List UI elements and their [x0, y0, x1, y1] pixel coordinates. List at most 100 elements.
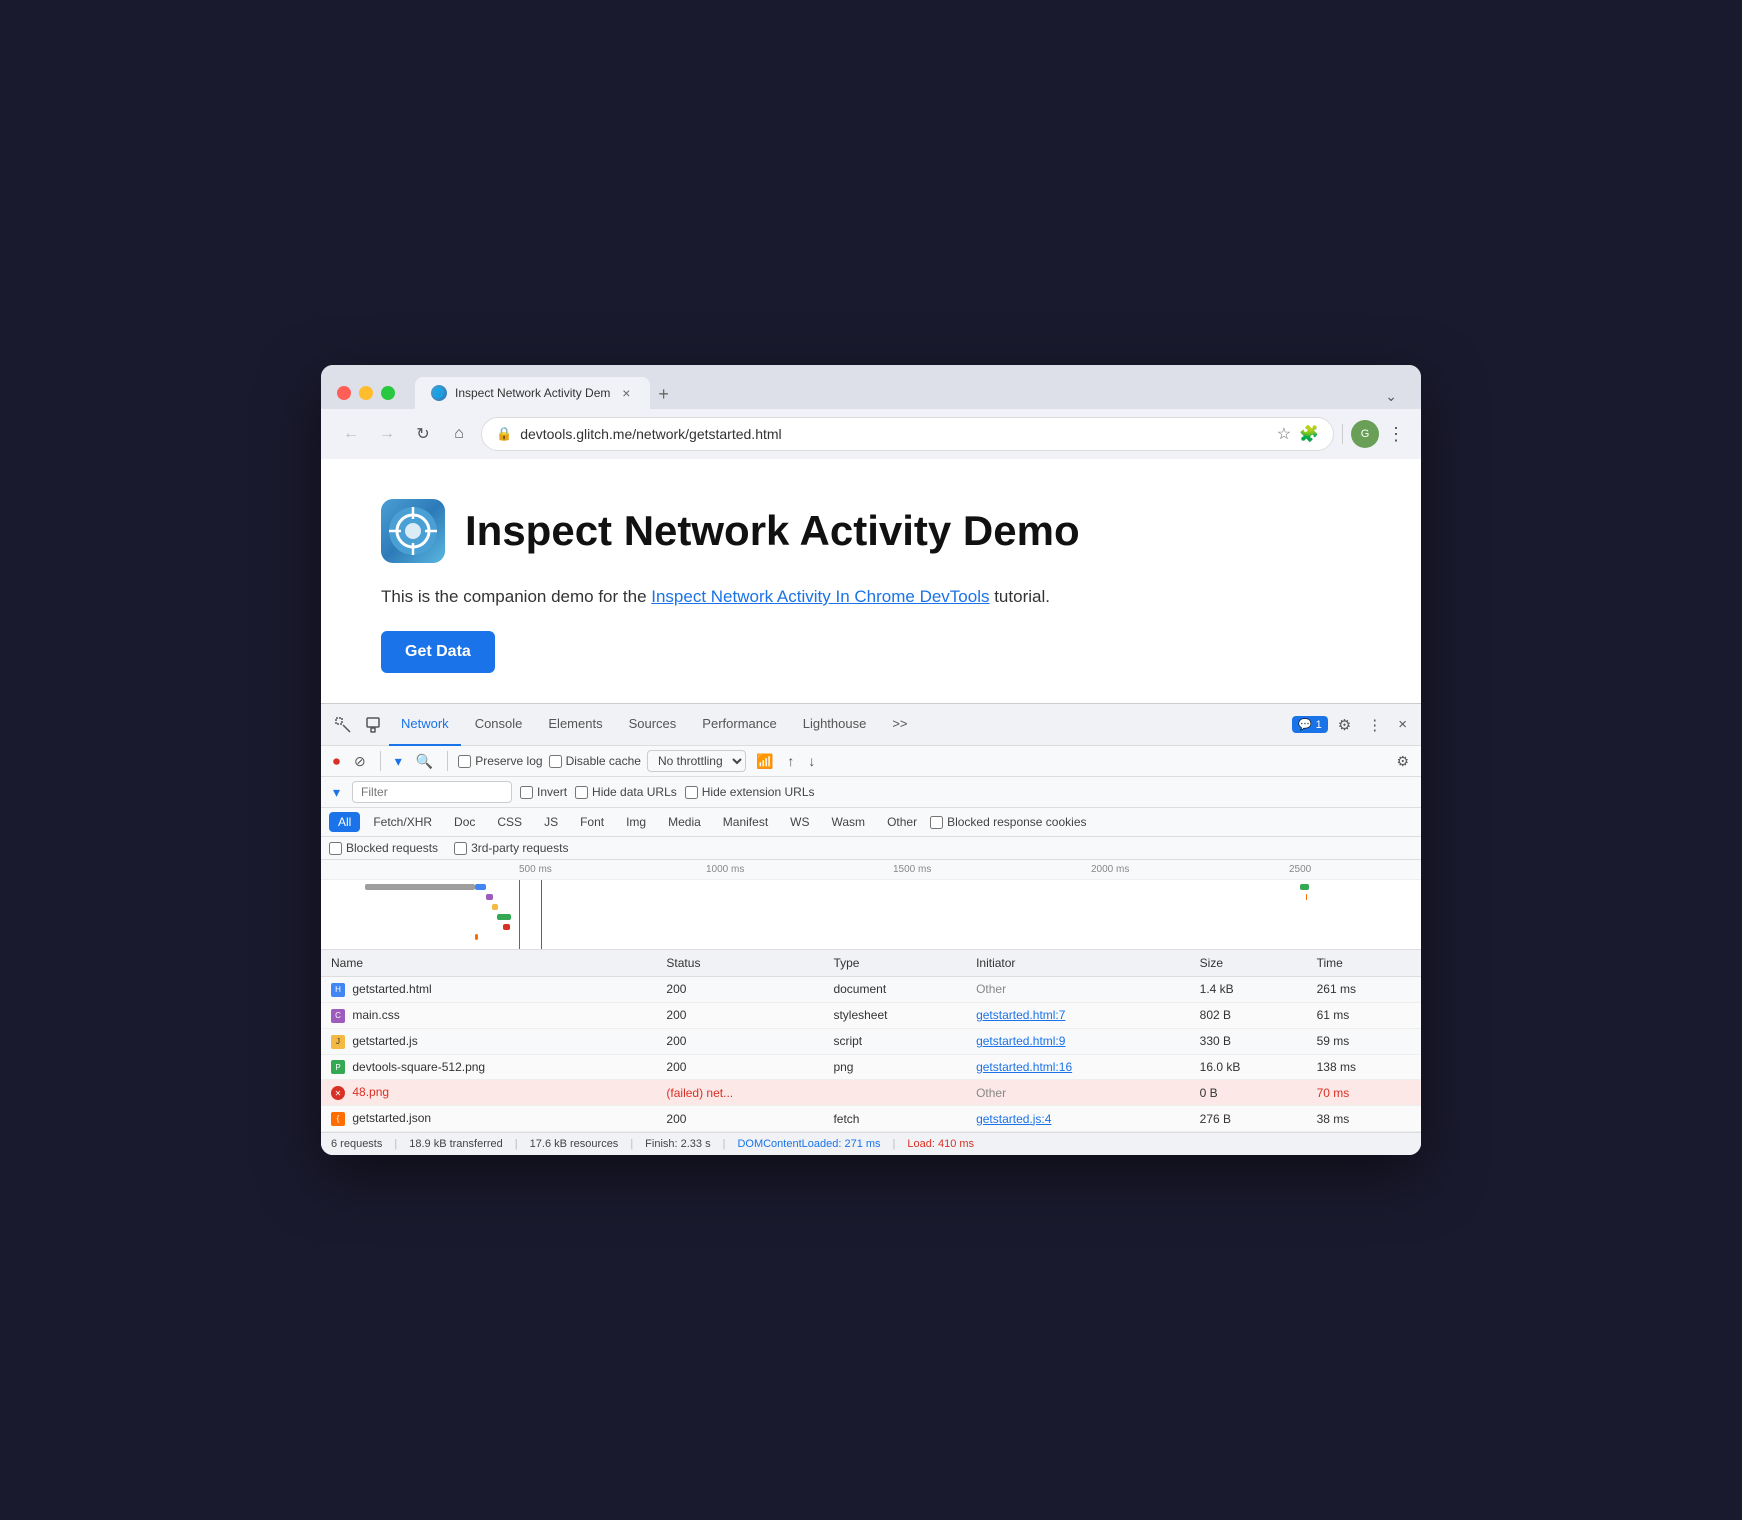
cell-initiator: getstarted.html:7 [966, 1002, 1190, 1028]
clear-button[interactable]: ⊘ [350, 751, 370, 772]
device-toolbar-icon[interactable] [359, 710, 387, 740]
table-row[interactable]: C main.css 200 stylesheet getstarted.htm… [321, 1002, 1421, 1028]
home-button[interactable]: ⌂ [445, 420, 473, 448]
network-toolbar: ⏺ ⊘ ▾ 🔍 Preserve log Disable cache No th… [321, 746, 1421, 777]
maximize-traffic-light[interactable] [381, 386, 395, 400]
tab-console[interactable]: Console [463, 704, 535, 746]
forward-button[interactable]: → [373, 420, 401, 448]
type-filter-img[interactable]: Img [617, 812, 655, 832]
type-filter-doc[interactable]: Doc [445, 812, 484, 832]
extension-icon[interactable]: 🧩 [1299, 424, 1319, 444]
initiator-link[interactable]: getstarted.js:4 [976, 1112, 1051, 1126]
type-filter-manifest[interactable]: Manifest [714, 812, 777, 832]
type-filter-ws[interactable]: WS [781, 812, 818, 832]
type-filter-all[interactable]: All [329, 812, 360, 832]
close-traffic-light[interactable] [337, 386, 351, 400]
filter-icon[interactable]: ▾ [329, 782, 344, 803]
type-filter-js[interactable]: JS [535, 812, 567, 832]
blocked-requests-checkbox[interactable]: Blocked requests [329, 841, 438, 855]
get-data-button[interactable]: Get Data [381, 631, 495, 673]
import-icon[interactable]: ↑ [783, 751, 798, 771]
separator [1342, 424, 1343, 444]
file-name: getstarted.js [352, 1034, 417, 1048]
col-type: Type [823, 950, 966, 977]
url-bar[interactable]: 🔒 devtools.glitch.me/network/getstarted.… [481, 417, 1334, 451]
tab-elements[interactable]: Elements [536, 704, 614, 746]
cell-time: 261 ms [1307, 977, 1421, 1003]
cell-status: 200 [656, 1106, 823, 1132]
reload-button[interactable]: ↻ [409, 420, 437, 448]
traffic-lights [337, 386, 395, 400]
toolbar-right: G ⋮ [1342, 420, 1405, 448]
back-button[interactable]: ← [337, 420, 365, 448]
tab-close-button[interactable]: × [618, 385, 634, 401]
cell-status: 200 [656, 1002, 823, 1028]
table-row[interactable]: { getstarted.json 200 fetch getstarted.j… [321, 1106, 1421, 1132]
network-settings-button[interactable]: ⚙ [1392, 751, 1413, 772]
table-row[interactable]: J getstarted.js 200 script getstarted.ht… [321, 1028, 1421, 1054]
search-button[interactable]: 🔍 [412, 751, 437, 772]
inspect-element-icon[interactable] [329, 710, 357, 740]
filter-row: ▾ Invert Hide data URLs Hide extension U… [321, 777, 1421, 808]
invert-checkbox[interactable]: Invert [520, 785, 567, 799]
col-time: Time [1307, 950, 1421, 977]
file-type-icon: H [331, 983, 345, 997]
cell-initiator: getstarted.html:9 [966, 1028, 1190, 1054]
bookmark-icon[interactable]: ☆ [1277, 424, 1291, 444]
tabs-area: 🌐 Inspect Network Activity Dem × + ⌄ [415, 377, 1405, 409]
hide-extension-urls-checkbox[interactable]: Hide extension URLs [685, 785, 815, 799]
filter-button[interactable]: ▾ [391, 751, 406, 772]
throttle-select[interactable]: No throttling [647, 750, 746, 772]
file-name: getstarted.html [352, 982, 431, 996]
cell-type: script [823, 1028, 966, 1054]
separator1 [380, 751, 381, 771]
table-row[interactable]: P devtools-square-512.png 200 png getsta… [321, 1054, 1421, 1080]
table-row[interactable]: H getstarted.html 200 document Other 1.4… [321, 977, 1421, 1003]
cell-initiator: getstarted.html:16 [966, 1054, 1190, 1080]
third-party-checkbox[interactable]: 3rd-party requests [454, 841, 568, 855]
file-type-icon: C [331, 1009, 345, 1023]
filter-input[interactable] [352, 781, 512, 803]
profile-avatar[interactable]: G [1351, 420, 1379, 448]
subtitle-link[interactable]: Inspect Network Activity In Chrome DevTo… [651, 587, 989, 606]
disable-cache-checkbox[interactable]: Disable cache [549, 754, 641, 768]
devtools-settings-button[interactable]: ⚙ [1332, 710, 1357, 740]
table-row[interactable]: ✕ 48.png (failed) net... Other 0 B 70 ms [321, 1080, 1421, 1106]
type-filter-wasm[interactable]: Wasm [823, 812, 875, 832]
col-status: Status [656, 950, 823, 977]
wf-bar-1-grey [365, 884, 475, 890]
badge-count: 1 [1316, 719, 1322, 731]
type-filter-fetchxhr[interactable]: Fetch/XHR [364, 812, 441, 832]
type-filter-font[interactable]: Font [571, 812, 613, 832]
type-filter-media[interactable]: Media [659, 812, 710, 832]
type-filter-other[interactable]: Other [878, 812, 926, 832]
tab-more[interactable]: >> [880, 704, 919, 746]
tab-lighthouse[interactable]: Lighthouse [791, 704, 879, 746]
devtools-more-button[interactable]: ⋮ [1361, 710, 1388, 740]
type-filter-css[interactable]: CSS [488, 812, 531, 832]
chat-icon: 💬 [1298, 718, 1312, 731]
export-icon[interactable]: ↓ [804, 751, 819, 771]
wt-label-1000: 1000 ms [706, 864, 744, 875]
initiator-link[interactable]: getstarted.html:16 [976, 1060, 1072, 1074]
browser-menu-button[interactable]: ⋮ [1387, 424, 1405, 445]
initiator-link[interactable]: getstarted.html:7 [976, 1008, 1065, 1022]
table-body: H getstarted.html 200 document Other 1.4… [321, 977, 1421, 1132]
online-icon[interactable]: 📶 [752, 751, 777, 772]
tab-network[interactable]: Network [389, 704, 461, 746]
browser-tab[interactable]: 🌐 Inspect Network Activity Dem × [415, 377, 650, 409]
minimize-traffic-light[interactable] [359, 386, 373, 400]
preserve-log-checkbox[interactable]: Preserve log [458, 754, 542, 768]
blocked-cookies-checkbox[interactable]: Blocked response cookies [930, 815, 1086, 829]
status-transferred: 18.9 kB transferred [409, 1138, 503, 1150]
initiator-link[interactable]: getstarted.html:9 [976, 1034, 1065, 1048]
devtools-close-button[interactable]: × [1392, 710, 1413, 740]
new-tab-button[interactable]: + [650, 380, 677, 409]
tab-performance[interactable]: Performance [690, 704, 788, 746]
record-button[interactable]: ⏺ [329, 751, 344, 772]
cell-initiator: Other [966, 1080, 1190, 1106]
tab-sources[interactable]: Sources [617, 704, 689, 746]
tab-chevron-icon[interactable]: ⌄ [1377, 384, 1405, 409]
cell-name: { getstarted.json [321, 1106, 656, 1132]
hide-data-urls-checkbox[interactable]: Hide data URLs [575, 785, 677, 799]
